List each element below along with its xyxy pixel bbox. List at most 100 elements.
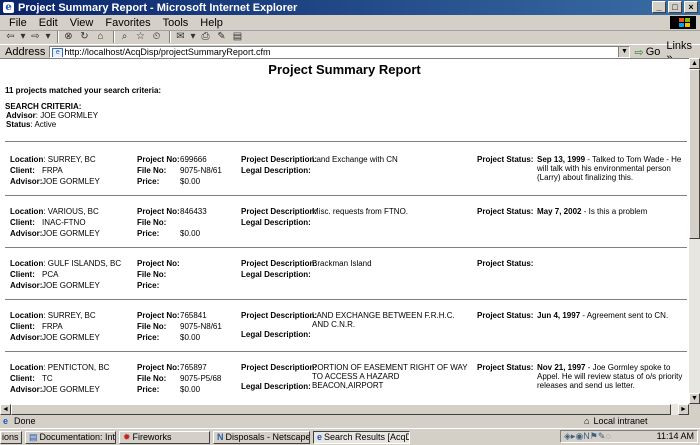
project-no-label: Project No: (137, 259, 180, 268)
project-description-label: Project Description: (241, 311, 318, 320)
close-button[interactable]: × (684, 1, 698, 13)
tray-icons[interactable]: ◈▸◉N⚑✎◌ (564, 431, 611, 442)
netscape-icon: N (217, 431, 224, 442)
minimize-button[interactable]: _ (652, 1, 666, 13)
back-arrow-icon[interactable]: ⇦ (4, 31, 17, 43)
address-input[interactable]: e http://localhost/AcqDisp/projectSummar… (49, 46, 631, 58)
horizontal-scroll-thumb[interactable] (11, 404, 671, 415)
advisor-label: Advisor: (10, 177, 43, 186)
refresh-icon[interactable]: ↻ (78, 31, 91, 43)
forward-arrow-icon[interactable]: ⇨ (29, 31, 42, 43)
internet-explorer-icon: e (3, 2, 14, 13)
location-row: Location: VARIOUS, BC (10, 207, 99, 216)
mail-dropdown-icon[interactable]: ▾ (190, 31, 196, 43)
advisor-label: Advisor: (10, 229, 43, 238)
menu-tools[interactable]: Tools (163, 17, 189, 29)
price-label: Price: (137, 281, 160, 290)
file-no-label: File No: (137, 270, 167, 279)
scroll-right-icon[interactable]: ► (678, 404, 689, 415)
client-value: TC (42, 374, 53, 383)
file-no-label: File No: (137, 166, 167, 175)
scroll-down-icon[interactable]: ▼ (689, 393, 700, 404)
menu-help[interactable]: Help (200, 17, 223, 29)
price-value: $0.00 (180, 229, 201, 238)
divider (5, 299, 687, 300)
menu-file[interactable]: File (9, 17, 27, 29)
menu-view[interactable]: View (70, 17, 94, 29)
internet-explorer-icon: e (317, 431, 323, 442)
page-title: Project Summary Report (268, 62, 421, 77)
match-count: 11 projects matched your search criteria… (5, 86, 162, 95)
project-status-label: Project Status: (477, 155, 534, 164)
home-icon[interactable]: ⌂ (94, 31, 107, 43)
toolbar-divider (169, 31, 171, 43)
maximize-button[interactable]: □ (668, 1, 682, 13)
project-description-value: Brackman Island (312, 259, 372, 268)
links-label: Links (666, 40, 693, 52)
address-bar: Address e http://localhost/AcqDisp/proje… (0, 40, 700, 64)
legal-description-label: Legal Description: (241, 270, 311, 279)
vertical-scrollbar[interactable]: ▲ ▼ (689, 58, 700, 404)
page-content: Project Summary Report 11 projects match… (0, 58, 689, 405)
windows-logo-icon (670, 16, 696, 29)
window-title-bar[interactable]: e Project Summary Report - Microsoft Int… (0, 0, 700, 15)
legal-description-label: Legal Description: (241, 382, 311, 391)
project-status-value: Nov 21, 1997 - Joe Gormley spoke to Appe… (537, 363, 683, 390)
advisor-value: JOE GORMLEY (42, 333, 100, 342)
taskbar-item[interactable]: ▤Documentation: Interface [... (25, 430, 116, 444)
address-dropdown-icon[interactable]: ▼ (618, 47, 630, 57)
project-status-label: Project Status: (477, 311, 534, 320)
document-icon: ▤ (29, 431, 38, 442)
edit-icon[interactable]: ✎ (215, 31, 228, 43)
project-no-label: Project No: (137, 311, 180, 320)
scroll-left-icon[interactable]: ◄ (0, 404, 11, 415)
client-label: Client: (10, 322, 35, 331)
status-bar: e Done ⌂ Local intranet (0, 415, 700, 427)
clock[interactable]: 11:14 AM (657, 431, 694, 441)
go-arrow-icon: ⇨ (634, 46, 644, 59)
price-value: $0.00 (180, 177, 201, 186)
taskbar-item[interactable]: ions (0, 430, 22, 444)
project-status-label: Project Status: (477, 207, 534, 216)
menu-edit[interactable]: Edit (39, 17, 58, 29)
stop-icon[interactable]: ⊗ (62, 31, 75, 43)
go-button[interactable]: ⇨ Go (634, 46, 660, 59)
toolbar-divider (57, 31, 59, 43)
criteria-advisor: Advisor: JOE GORMLEY (6, 111, 99, 120)
address-label: Address (5, 46, 46, 58)
location-row: Location: GULF ISLANDS, BC (10, 259, 122, 268)
discuss-icon[interactable]: ▤ (231, 31, 244, 43)
mail-icon[interactable]: ✉ (174, 31, 187, 43)
file-no-value: 9075-P5/68 (180, 374, 222, 383)
scroll-up-icon[interactable]: ▲ (689, 58, 700, 69)
divider (5, 351, 687, 352)
file-no-value: 9075-N8/61 (180, 322, 222, 331)
menu-favorites[interactable]: Favorites (105, 17, 150, 29)
taskbar-item[interactable]: ✹ Fireworks (119, 430, 210, 444)
price-value: $0.00 (180, 385, 201, 394)
file-no-label: File No: (137, 322, 167, 331)
price-label: Price: (137, 333, 160, 342)
taskbar-item[interactable]: N Disposals - Netscape (213, 430, 310, 444)
forward-dropdown-icon[interactable]: ▾ (45, 31, 51, 43)
history-icon[interactable]: ⏲ (150, 31, 163, 43)
taskbar: ions ▤Documentation: Interface [... ✹Fir… (0, 428, 700, 445)
project-description-label: Project Description: (241, 259, 318, 268)
print-icon[interactable]: ⎙ (199, 31, 212, 43)
project-status-label: Project Status: (477, 363, 534, 372)
back-dropdown-icon[interactable]: ▾ (20, 31, 26, 43)
project-description-value: PORTION OF EASEMENT RIGHT OF WAY TO ACCE… (312, 363, 468, 390)
horizontal-scrollbar[interactable]: ◄ ► (0, 404, 689, 415)
project-no-value: 846433 (180, 207, 207, 216)
client-value: PCA (42, 270, 59, 279)
project-description-value: Misc. requests from FTNO. (312, 207, 409, 216)
project-status-value: Jun 4, 1997 - Agreement sent to CN. (537, 311, 669, 320)
price-label: Price: (137, 385, 160, 394)
system-tray: ◈▸◉N⚑✎◌ 11:14 AM (560, 430, 698, 443)
taskbar-item-active[interactable]: eSearch Results [AcqDisp/... (313, 430, 410, 444)
vertical-scroll-thumb[interactable] (689, 69, 700, 239)
divider (5, 247, 687, 248)
favorites-icon[interactable]: ☆ (134, 31, 147, 43)
zone-text: Local intranet (593, 416, 648, 426)
search-icon[interactable]: ⌕ (118, 31, 131, 43)
